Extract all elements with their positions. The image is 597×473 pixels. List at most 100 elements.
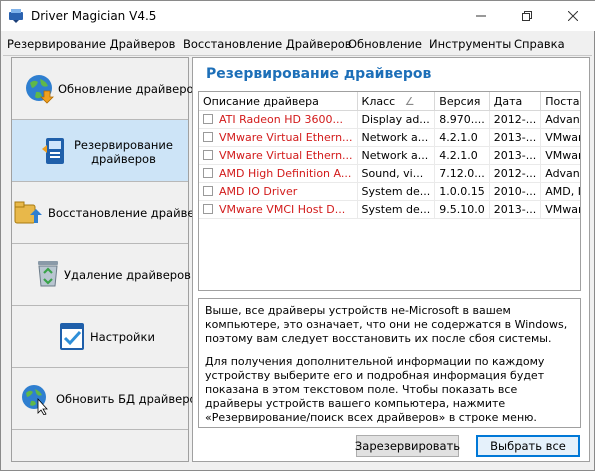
sidebar-item-update-db[interactable]: Обновить БД драйверов: [12, 368, 203, 430]
column-header-label: Класс: [361, 94, 396, 108]
table-cell: Advanced...: [540, 110, 580, 129]
sidebar-item-label-line1: Резервирование: [74, 138, 173, 152]
row-checkbox[interactable]: [203, 204, 213, 214]
table-cell: Display ad...: [357, 110, 436, 129]
table-row[interactable]: VMware VMCI Host D... System de... 9.5.10.…: [199, 200, 580, 219]
title-bar: Driver Magician V4.5: [1, 1, 596, 31]
sidebar-item-label: Восстановление драйверов: [48, 206, 216, 220]
table-cell: 2013-...: [489, 146, 542, 165]
driver-description-cell: VMware Virtual Ethern...: [199, 146, 358, 165]
recycle-bin-icon: [38, 261, 58, 287]
close-icon: [568, 11, 578, 21]
sidebar-item-label: Настройки: [90, 330, 155, 344]
main-panel: Резервирование драйверов Описание драйве…: [192, 57, 590, 462]
column-header-label: Описание драйвера: [203, 94, 319, 108]
table-cell: AMD, Inc: [540, 182, 580, 201]
table-cell: Advanced...: [540, 164, 580, 183]
table-cell: System de...: [357, 182, 436, 201]
backup-button[interactable]: Зарезервировать: [354, 435, 461, 457]
column-header-vendor[interactable]: Поставщик: [540, 92, 580, 111]
table-cell: 7.12.0...: [434, 164, 490, 183]
minimize-button[interactable]: [458, 1, 504, 31]
sidebar-item-update-drivers[interactable]: Обновление драйверов: [12, 58, 200, 120]
row-checkbox[interactable]: [203, 150, 213, 160]
settings-checklist-icon: [60, 323, 84, 350]
backup-icon: [42, 138, 64, 164]
driver-name: VMware Virtual Ethern...: [219, 131, 353, 144]
table-cell: 4.2.1.0: [434, 128, 490, 147]
page-title: Резервирование драйверов: [206, 66, 432, 82]
table-cell: 1.0.0.15: [434, 182, 490, 201]
sidebar-item-label: Удаление драйверов: [64, 268, 191, 282]
row-checkbox[interactable]: [203, 132, 213, 142]
driver-description-cell: AMD IO Driver: [199, 182, 358, 201]
drivers-table[interactable]: Описание драйвера Класс ∠ Версия Дата По…: [198, 91, 581, 291]
menu-backup-drivers[interactable]: Резервирование Драйверов: [7, 37, 175, 51]
table-cell: System de...: [357, 200, 436, 219]
globe-cursor-icon: [22, 385, 48, 415]
table-cell: 2012-...: [489, 110, 542, 129]
select-all-button[interactable]: Выбрать все: [476, 435, 580, 457]
table-row[interactable]: ATI Radeon HD 3600... Display ad... 8.970.…: [199, 110, 580, 129]
table-cell: VMware, I...: [540, 146, 580, 165]
driver-name: VMware VMCI Host D...: [219, 203, 346, 216]
column-header-label: Дата: [493, 94, 523, 108]
sidebar-item-label: Обновить БД драйверов: [56, 392, 204, 406]
column-header-label: Поставщик: [545, 94, 580, 108]
table-cell: Network a...: [357, 146, 436, 165]
description-box[interactable]: Выше, все драйверы устройств не-Microsof…: [198, 298, 581, 428]
menu-bar: Резервирование Драйверов Восстановление …: [3, 31, 592, 56]
table-cell: 2013-...: [489, 200, 542, 219]
driver-description-cell: VMware Virtual Ethern...: [199, 128, 358, 147]
description-paragraph: Для получения дополнительной информации …: [205, 355, 545, 424]
backup-button-label: Зарезервировать: [354, 439, 461, 453]
table-cell: VMware, I...: [540, 128, 580, 147]
app-window: Driver Magician V4.5 Резервирование Драй…: [0, 0, 596, 471]
column-header-version[interactable]: Версия: [434, 92, 490, 111]
driver-description-cell: ATI Radeon HD 3600...: [199, 110, 358, 129]
sidebar-item-remove-drivers[interactable]: Удаление драйверов: [12, 244, 191, 306]
table-row[interactable]: VMware Virtual Ethern... Network a... 4.2.…: [199, 146, 580, 165]
app-icon: [9, 9, 23, 23]
sidebar: Обновление драйверов Резервирование драйв…: [11, 57, 216, 462]
table-cell: VMware, I...: [540, 200, 580, 219]
menu-help[interactable]: Справка: [514, 37, 565, 51]
menu-restore-drivers[interactable]: Восстановление Драйверов: [183, 37, 352, 51]
sort-indicator-icon: ∠: [404, 94, 415, 108]
sidebar-item-label: Резервирование драйверов: [74, 138, 173, 166]
table-row[interactable]: VMware Virtual Ethern... Network a... 4.2.…: [199, 128, 580, 147]
window-title: Driver Magician V4.5: [31, 9, 157, 23]
sidebar-item-label: Обновление драйверов: [58, 82, 201, 96]
sidebar-item-restore-drivers[interactable]: Восстановление драйверов: [12, 182, 216, 244]
table-cell: Sound, vi...: [357, 164, 436, 183]
column-header-class[interactable]: Класс ∠: [357, 92, 436, 111]
table-row[interactable]: AMD IO Driver System de... 1.0.0.15 2010-..…: [199, 182, 580, 201]
restore-icon: [14, 201, 42, 224]
close-button[interactable]: [550, 1, 596, 31]
table-header-row: Описание драйвера Класс ∠ Версия Дата По…: [199, 92, 580, 111]
table-row[interactable]: AMD High Definition A... Sound, vi... 7.12…: [199, 164, 580, 183]
menu-tools[interactable]: Инструменты: [429, 37, 511, 51]
table-cell: 2010-...: [489, 182, 542, 201]
table-cell: 9.5.10.0: [434, 200, 490, 219]
row-checkbox[interactable]: [203, 186, 213, 196]
row-checkbox[interactable]: [203, 168, 213, 178]
sidebar-item-backup-drivers[interactable]: Резервирование драйверов: [12, 120, 188, 182]
table-cell: Network a...: [357, 128, 436, 147]
column-header-label: Версия: [439, 94, 481, 108]
minimize-icon: [476, 15, 486, 17]
sidebar-item-settings[interactable]: Настройки: [12, 306, 188, 368]
table-cell: 2012-...: [489, 164, 542, 183]
column-header-date[interactable]: Дата: [489, 92, 542, 111]
table-cell: 2013-...: [489, 128, 542, 147]
row-checkbox[interactable]: [203, 114, 213, 124]
driver-description-cell: VMware VMCI Host D...: [199, 200, 358, 219]
driver-name: ATI Radeon HD 3600...: [219, 113, 343, 126]
sidebar-item-label-line2: драйверов: [91, 152, 156, 166]
table-cell: 8.970....: [434, 110, 490, 129]
driver-name: AMD High Definition A...: [219, 167, 352, 180]
menu-update[interactable]: Обновление: [348, 37, 422, 51]
driver-description-cell: AMD High Definition A...: [199, 164, 358, 183]
maximize-button[interactable]: [504, 1, 550, 31]
column-header-description[interactable]: Описание драйвера: [199, 92, 358, 111]
